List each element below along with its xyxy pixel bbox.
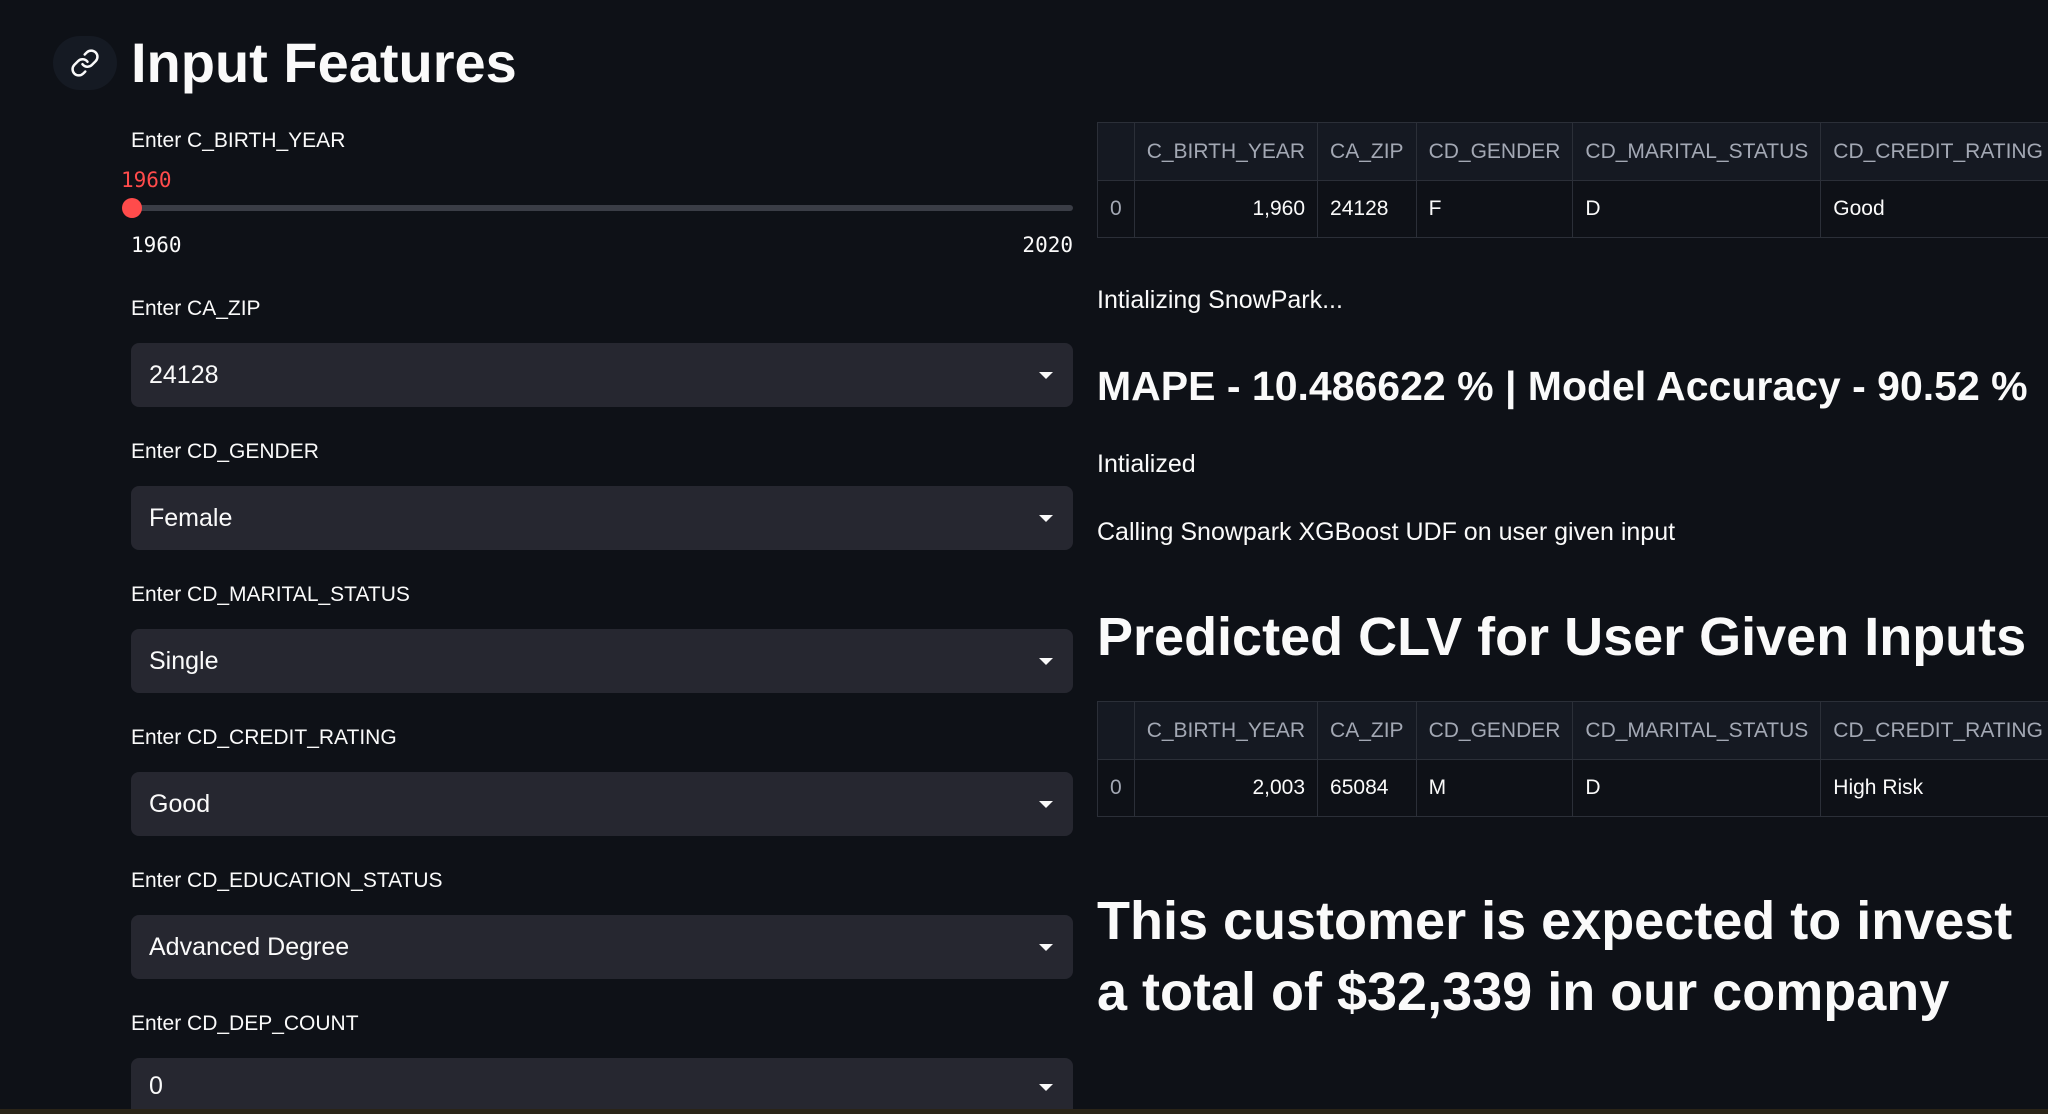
gender-label: Enter CD_GENDER bbox=[131, 440, 319, 463]
column-header bbox=[1097, 701, 1135, 760]
column-header[interactable]: CD_MARITAL_STATUS bbox=[1572, 701, 1822, 760]
credit-rating-select[interactable]: Good bbox=[131, 772, 1073, 836]
table-header-row: C_BIRTH_YEAR CA_ZIP CD_GENDER CD_MARITAL… bbox=[1097, 122, 2048, 181]
birth-year-slider-value: 1960 bbox=[121, 168, 172, 192]
dep-count-value: 0 bbox=[149, 1072, 163, 1100]
column-header[interactable]: CA_ZIP bbox=[1317, 122, 1417, 181]
table-row: 0 2,003 65084 M D High Risk bbox=[1097, 759, 2048, 817]
birth-year-slider-min: 1960 bbox=[131, 233, 182, 257]
marital-status-value: Single bbox=[149, 646, 219, 675]
education-status-label: Enter CD_EDUCATION_STATUS bbox=[131, 869, 443, 892]
column-header[interactable]: CD_GENDER bbox=[1415, 122, 1574, 181]
birth-year-label: Enter C_BIRTH_YEAR bbox=[131, 129, 346, 152]
page-title: Input Features bbox=[131, 31, 517, 94]
gender-select[interactable]: Female bbox=[131, 486, 1073, 550]
table-cell: Good bbox=[1820, 180, 2048, 238]
chevron-down-icon bbox=[1039, 657, 1053, 665]
column-header[interactable]: CA_ZIP bbox=[1317, 701, 1417, 760]
column-header[interactable]: CD_GENDER bbox=[1415, 701, 1574, 760]
table-cell: D bbox=[1572, 180, 1822, 238]
gender-value: Female bbox=[149, 503, 233, 532]
ca-zip-label: Enter CA_ZIP bbox=[131, 297, 261, 320]
credit-rating-label: Enter CD_CREDIT_RATING bbox=[131, 726, 397, 749]
app-page: Input Features Enter C_BIRTH_YEAR 1960 1… bbox=[0, 0, 2048, 1114]
marital-status-label: Enter CD_MARITAL_STATUS bbox=[131, 583, 410, 606]
dep-count-label: Enter CD_DEP_COUNT bbox=[131, 1012, 359, 1035]
table-cell: 65084 bbox=[1317, 759, 1417, 817]
column-header[interactable]: CD_CREDIT_RATING bbox=[1820, 701, 2048, 760]
column-header[interactable]: CD_MARITAL_STATUS bbox=[1572, 122, 1822, 181]
prediction-heading: Predicted CLV for User Given Inputs bbox=[1097, 607, 2027, 667]
table-cell: 24128 bbox=[1317, 180, 1417, 238]
marital-status-select[interactable]: Single bbox=[131, 629, 1073, 693]
chevron-down-icon bbox=[1039, 371, 1053, 379]
column-header[interactable]: C_BIRTH_YEAR bbox=[1133, 122, 1319, 181]
birth-year-slider-track[interactable] bbox=[131, 205, 1073, 211]
clv-result: This customer is expected to invest a to… bbox=[1097, 891, 2013, 1022]
education-status-select[interactable]: Advanced Degree bbox=[131, 915, 1073, 979]
column-header[interactable]: C_BIRTH_YEAR bbox=[1133, 701, 1319, 760]
link-icon bbox=[71, 49, 99, 77]
status-initializing: Intializing SnowPark... bbox=[1097, 286, 1343, 314]
column-header[interactable]: CD_CREDIT_RATING bbox=[1820, 122, 2048, 181]
chevron-down-icon bbox=[1039, 800, 1053, 808]
prediction-dataframe[interactable]: C_BIRTH_YEAR CA_ZIP CD_GENDER CD_MARITAL… bbox=[1097, 701, 2048, 817]
credit-rating-value: Good bbox=[149, 789, 211, 818]
education-status-value: Advanced Degree bbox=[149, 932, 350, 961]
ca-zip-select[interactable]: 24128 bbox=[131, 343, 1073, 407]
chevron-down-icon bbox=[1039, 514, 1053, 522]
input-dataframe[interactable]: C_BIRTH_YEAR CA_ZIP CD_GENDER CD_MARITAL… bbox=[1097, 122, 2048, 238]
table-header-row: C_BIRTH_YEAR CA_ZIP CD_GENDER CD_MARITAL… bbox=[1097, 701, 2048, 760]
table-row: 0 1,960 24128 F D Good bbox=[1097, 180, 2048, 238]
row-index: 0 bbox=[1097, 759, 1135, 817]
table-cell: D bbox=[1572, 759, 1822, 817]
anchor-link-button[interactable] bbox=[53, 36, 117, 90]
table-cell: 1,960 bbox=[1133, 180, 1319, 238]
table-cell: 2,003 bbox=[1133, 759, 1319, 817]
birth-year-slider-max: 2020 bbox=[1022, 233, 1073, 257]
ca-zip-value: 24128 bbox=[149, 360, 219, 389]
bottom-divider bbox=[0, 1109, 2048, 1114]
row-index: 0 bbox=[1097, 180, 1135, 238]
model-metrics: MAPE - 10.486622 % | Model Accuracy - 90… bbox=[1097, 363, 2028, 409]
status-calling-udf: Calling Snowpark XGBoost UDF on user giv… bbox=[1097, 518, 1676, 546]
column-header bbox=[1097, 122, 1135, 181]
dep-count-select[interactable]: 0 bbox=[131, 1058, 1073, 1109]
status-initialized: Intialized bbox=[1097, 450, 1196, 478]
table-cell: High Risk bbox=[1820, 759, 2048, 817]
birth-year-slider-thumb[interactable] bbox=[122, 198, 142, 218]
table-cell: F bbox=[1415, 180, 1574, 238]
chevron-down-icon bbox=[1039, 1084, 1053, 1091]
table-cell: M bbox=[1415, 759, 1574, 817]
chevron-down-icon bbox=[1039, 943, 1053, 951]
